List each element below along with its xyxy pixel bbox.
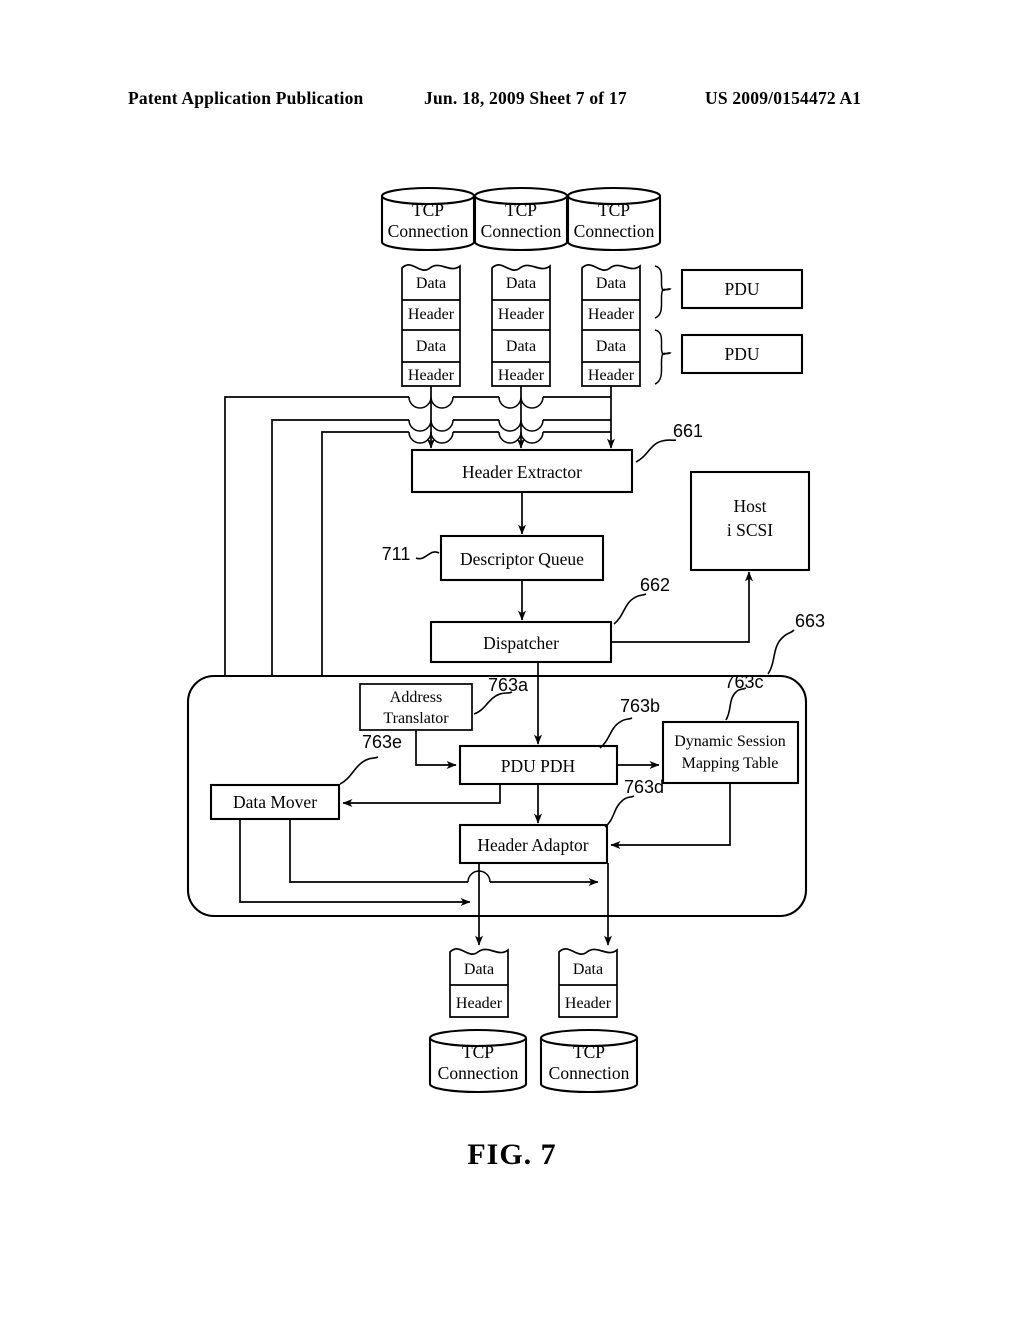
ref-661-label: 661 bbox=[673, 421, 703, 441]
ref-711-leader bbox=[415, 551, 440, 560]
tcp-conn-top-3-line1: TCP bbox=[598, 200, 630, 220]
packet-stack-2-seg-1: Header bbox=[498, 306, 545, 323]
ref-663-label: 663 bbox=[795, 611, 825, 631]
pdu-pdh-block[interactable]: PDU PDH bbox=[458, 744, 619, 786]
tcp-connection-bottom-2: TCP Connection bbox=[539, 1028, 639, 1094]
pdu-box-1: PDU bbox=[680, 268, 804, 310]
data-mover-block[interactable]: Data Mover bbox=[209, 783, 341, 821]
dsmt-line1: Dynamic Session bbox=[674, 733, 786, 750]
pdu-box-2-label: PDU bbox=[724, 344, 759, 364]
packet-stack-1-seg-3: Header bbox=[408, 367, 455, 384]
tcp-conn-bottom-1-line1: TCP bbox=[462, 1042, 494, 1062]
figure-7-diagram: TCP Connection TCP Connection TCP Connec… bbox=[186, 186, 825, 1094]
brace-pdu-1 bbox=[654, 265, 672, 319]
dynamic-session-mapping-table-block[interactable]: Dynamic Session Mapping Table bbox=[661, 720, 800, 785]
packet-stack-2-seg-0: Data bbox=[506, 275, 536, 292]
tcp-conn-top-2-line2: Connection bbox=[481, 221, 562, 241]
tcp-connection-top-1: TCP Connection bbox=[380, 186, 476, 252]
packet-stack-2: Data Header Data Header bbox=[491, 264, 551, 387]
tcp-conn-top-2-line1: TCP bbox=[505, 200, 537, 220]
dsmt-line2: Mapping Table bbox=[682, 755, 779, 772]
packet-stack-2-seg-2: Data bbox=[506, 338, 536, 355]
dispatcher-block[interactable]: Dispatcher bbox=[429, 620, 613, 664]
header-extractor-label: Header Extractor bbox=[462, 462, 582, 482]
output-packet-1-seg-0: Data bbox=[464, 961, 494, 978]
host-iscsi-line1: Host bbox=[733, 496, 766, 516]
output-packet-2-seg-1: Header bbox=[565, 995, 612, 1012]
packet-stack-2-seg-3: Header bbox=[498, 367, 545, 384]
dispatcher-to-host-iscsi bbox=[611, 571, 753, 643]
tcp-connection-bottom-1: TCP Connection bbox=[428, 1028, 528, 1094]
packet-stack-1-seg-1: Header bbox=[408, 306, 455, 323]
header-adaptor-label: Header Adaptor bbox=[477, 835, 588, 855]
header-adaptor-block[interactable]: Header Adaptor bbox=[458, 823, 609, 865]
tcp-connection-top-2: TCP Connection bbox=[473, 186, 569, 252]
ref-763c-label: 763c bbox=[724, 672, 763, 692]
dispatcher-label: Dispatcher bbox=[483, 633, 559, 653]
pdu-box-2: PDU bbox=[680, 333, 804, 375]
tcp-connection-top-3: TCP Connection bbox=[566, 186, 662, 252]
ref-763d-label: 763d bbox=[624, 777, 664, 797]
brace-pdu-2 bbox=[654, 329, 672, 385]
tcp-conn-top-3-line2: Connection bbox=[574, 221, 655, 241]
ref-763b-label: 763b bbox=[620, 696, 660, 716]
output-packet-1-seg-1: Header bbox=[456, 995, 503, 1012]
ref-663-leader bbox=[767, 629, 795, 675]
ref-662-leader bbox=[613, 593, 647, 625]
pdu-box-1-label: PDU bbox=[724, 279, 759, 299]
tcp-conn-top-1-line2: Connection bbox=[388, 221, 469, 241]
address-translator-line2: Translator bbox=[383, 710, 449, 727]
packet-stack-1-seg-0: Data bbox=[416, 275, 446, 292]
descriptor-queue-label: Descriptor Queue bbox=[460, 549, 584, 569]
ref-661-leader bbox=[635, 439, 677, 463]
ref-763a-label: 763a bbox=[488, 675, 529, 695]
output-packet-2-seg-0: Data bbox=[573, 961, 603, 978]
packet-stack-1-seg-2: Data bbox=[416, 338, 446, 355]
address-translator-line1: Address bbox=[390, 689, 442, 706]
address-translator-block[interactable]: Address Translator bbox=[359, 683, 473, 731]
ref-763e-label: 763e bbox=[362, 732, 402, 752]
host-iscsi-line2: i SCSI bbox=[727, 520, 773, 540]
header-extractor-block[interactable]: Header Extractor bbox=[410, 448, 634, 494]
figure-caption: FIG. 7 bbox=[467, 1138, 557, 1171]
packet-stack-3-seg-0: Data bbox=[596, 275, 626, 292]
output-packet-1: Data Header bbox=[449, 948, 509, 1018]
host-iscsi-block[interactable]: Host i SCSI bbox=[689, 470, 811, 572]
packet-stack-3-seg-3: Header bbox=[588, 367, 635, 384]
tcp-conn-bottom-2-line2: Connection bbox=[549, 1063, 630, 1083]
tcp-conn-bottom-1-line2: Connection bbox=[438, 1063, 519, 1083]
packet-stack-3: Data Header Data Header bbox=[581, 264, 641, 387]
ref-711-label: 711 bbox=[382, 544, 411, 564]
descriptor-queue-block[interactable]: Descriptor Queue bbox=[439, 534, 605, 582]
packet-stack-1: Data Header Data Header bbox=[401, 264, 461, 387]
pdu-pdh-label: PDU PDH bbox=[501, 756, 576, 776]
packet-stack-3-seg-2: Data bbox=[596, 338, 626, 355]
tcp-conn-top-1-line1: TCP bbox=[412, 200, 444, 220]
ref-662-label: 662 bbox=[640, 575, 670, 595]
packet-stack-3-seg-1: Header bbox=[588, 306, 635, 323]
output-packet-2: Data Header bbox=[558, 948, 618, 1018]
tcp-conn-bottom-2-line1: TCP bbox=[573, 1042, 605, 1062]
data-mover-label: Data Mover bbox=[233, 792, 317, 812]
